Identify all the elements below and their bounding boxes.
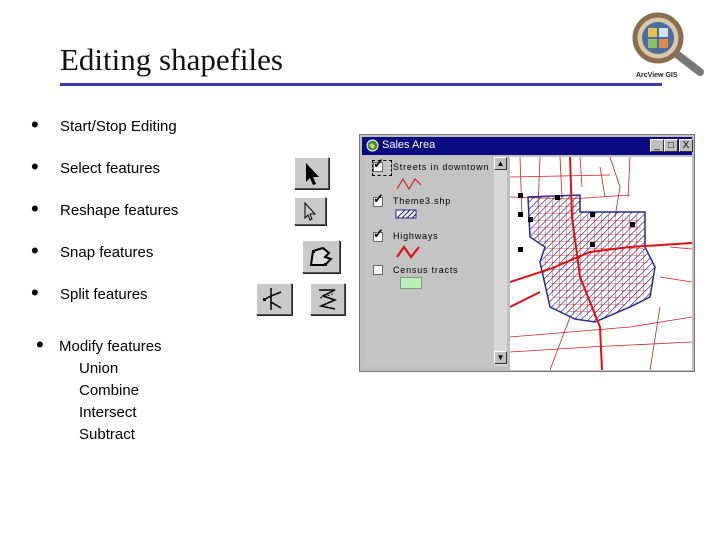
check-mark: ✓ (373, 191, 384, 206)
bullet-select-features: Select features (60, 160, 161, 177)
snap-tool-button[interactable] (302, 240, 340, 273)
select-arrow-icon (306, 163, 319, 185)
bullet-marker: • (36, 332, 44, 357)
census-legend-symbol (400, 277, 422, 289)
bullet-start-stop-editing: Start/Stop Editing (60, 118, 177, 135)
close-button[interactable]: X (679, 139, 693, 152)
layer-checkbox-census[interactable] (373, 265, 383, 275)
layer-checkbox-highways[interactable]: ✓ (373, 227, 384, 242)
scroll-down-button[interactable]: ▼ (494, 351, 507, 364)
sales-area-window[interactable]: Sales Area _ □ X ✓ Streets in downtown ✓… (359, 134, 695, 372)
map-display[interactable] (510, 157, 692, 370)
active-layer-marker (372, 160, 392, 176)
snap-icon (309, 246, 333, 266)
modify-op-intersect: Intersect (79, 404, 137, 421)
theme3-legend-symbol (395, 209, 417, 219)
highways-legend-symbol (396, 245, 420, 259)
select-tool-button[interactable] (294, 157, 329, 189)
bullet-marker: • (31, 154, 39, 179)
window-title-bar[interactable]: Sales Area _ □ X (362, 137, 693, 155)
split-polygon-tool-button[interactable] (310, 283, 345, 315)
bullet-marker: • (31, 280, 39, 305)
split-line-icon (262, 288, 282, 310)
streets-legend-symbol (396, 177, 422, 191)
minimize-button[interactable]: _ (650, 139, 664, 152)
split-polygon-icon (318, 289, 338, 310)
layer-name-census[interactable]: Census tracts (393, 265, 458, 275)
title-underline (60, 83, 662, 86)
modify-op-subtract: Subtract (79, 426, 135, 443)
bullet-marker: • (31, 196, 39, 221)
split-line-tool-button[interactable] (256, 283, 292, 315)
layer-checkbox-theme3[interactable]: ✓ (373, 192, 384, 207)
vertex-edit-tool-button[interactable] (294, 197, 326, 225)
page-title: Editing shapefiles (60, 42, 283, 77)
check-mark: ✓ (373, 226, 384, 241)
layer-name-streets[interactable]: Streets in downtown (393, 162, 489, 172)
modify-op-union: Union (79, 360, 119, 377)
vertex-edit-icon (304, 201, 317, 221)
window-title: Sales Area (382, 139, 436, 151)
maximize-button[interactable]: □ (664, 139, 678, 152)
modify-op-combine: Combine (79, 382, 140, 399)
toc-scrollbar[interactable]: ▲ ▼ (494, 157, 507, 366)
bullet-marker: • (31, 238, 39, 263)
bullet-reshape-features: Reshape features (60, 202, 179, 219)
bullet-modify-features: Modify features (59, 338, 162, 355)
bullet-marker: • (31, 112, 39, 137)
logo-text: ArcView GIS (636, 72, 678, 79)
map-canvas (510, 157, 692, 370)
scroll-up-button[interactable]: ▲ (494, 157, 507, 170)
bullet-snap-features: Snap features (60, 244, 154, 261)
view-document-icon (366, 139, 379, 152)
arcview-logo: ArcView GIS (628, 8, 710, 84)
table-of-contents: ✓ Streets in downtown ✓ Theme3.shp ✓ Hig… (365, 157, 507, 366)
layer-name-theme3[interactable]: Theme3.shp (393, 196, 451, 206)
bullet-split-features: Split features (60, 286, 148, 303)
layer-name-highways[interactable]: Highways (393, 231, 438, 241)
